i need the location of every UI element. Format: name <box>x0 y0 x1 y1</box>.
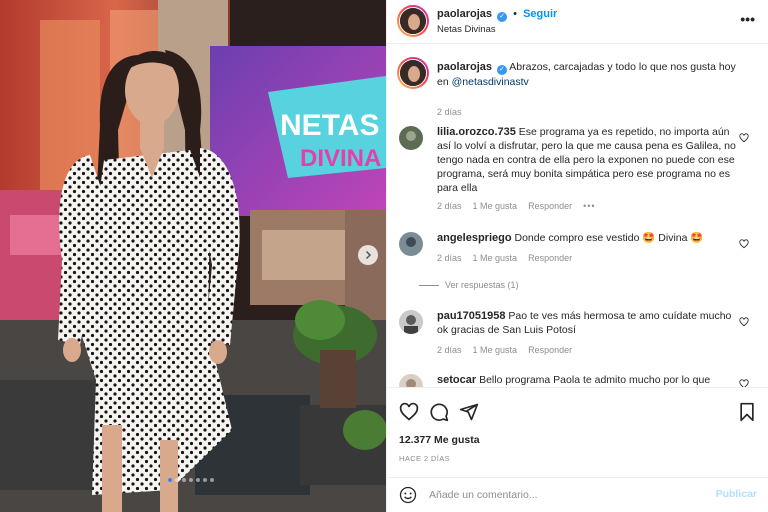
comment-input[interactable] <box>429 486 699 504</box>
comment-likes[interactable]: 1 Me gusta <box>473 345 518 355</box>
comment-options-icon[interactable]: ••• <box>583 201 595 211</box>
reply-button[interactable]: Responder <box>528 201 572 211</box>
comment-username[interactable]: lilia.orozco.735 <box>437 126 516 138</box>
author-username[interactable]: paolarojas <box>437 8 492 20</box>
carousel-indicator <box>168 478 214 482</box>
next-photo-button[interactable] <box>358 245 378 265</box>
caption-avatar-image <box>400 60 426 86</box>
commenter-avatar[interactable] <box>399 232 423 256</box>
comment-likes[interactable]: 1 Me gusta <box>473 201 518 211</box>
comment-icon[interactable] <box>429 402 449 422</box>
verified-icon: ✓ <box>496 65 507 75</box>
separator-dot: • <box>513 8 518 20</box>
commenter-avatar-image <box>399 310 423 334</box>
replies-divider <box>419 284 439 286</box>
reply-button[interactable]: Responder <box>528 345 572 355</box>
comment-time: 2 días <box>437 345 462 355</box>
comments-list[interactable]: paolarojas ✓ Abrazos, carcajadas y todo … <box>387 45 768 387</box>
commenter-avatar-image <box>399 374 423 387</box>
comment-text: Donde compro ese vestido 🤩 Divina 🤩 <box>514 232 704 244</box>
reply-button[interactable]: Responder <box>528 253 572 263</box>
more-options-icon[interactable]: ••• <box>740 11 755 27</box>
post-image: NETAS DIVINA <box>0 0 386 512</box>
share-icon[interactable] <box>459 402 479 422</box>
commenter-avatar[interactable] <box>399 374 423 387</box>
caption: paolarojas ✓ Abrazos, carcajadas y todo … <box>397 57 759 117</box>
comment-likes[interactable]: 1 Me gusta <box>473 253 518 263</box>
comment: lilia.orozco.735 Ese programa ya es repe… <box>399 123 759 223</box>
author-avatar[interactable] <box>397 5 429 37</box>
emoji-icon[interactable] <box>399 486 417 504</box>
tv-sign-line1: NETAS <box>280 109 379 142</box>
commenter-avatar-image <box>399 232 423 256</box>
publish-button[interactable]: Publicar <box>716 488 757 500</box>
comment: setocar Bello programa Paola te admito m… <box>399 371 759 387</box>
carousel-dot <box>175 478 179 482</box>
post-date: HACE 2 DÍAS <box>399 454 451 463</box>
caption-avatar[interactable] <box>397 57 429 89</box>
follow-button[interactable]: Seguir <box>523 8 557 20</box>
heart-icon[interactable] <box>739 133 749 143</box>
chevron-right-icon <box>365 250 372 260</box>
add-comment-bar: Publicar <box>387 477 768 512</box>
view-replies-label[interactable]: Ver respuestas (1) <box>445 280 519 290</box>
carousel-dot <box>203 478 207 482</box>
view-replies-button[interactable]: Ver respuestas (1) <box>419 280 519 290</box>
comment-text: Bello programa Paola te admito mucho por… <box>479 374 711 386</box>
post-panel: paolarojas ✓ • Seguir Netas Divinas ••• … <box>386 0 768 512</box>
comment-username[interactable]: angelespriego <box>437 232 512 244</box>
comment-username[interactable]: pau17051958 <box>437 310 506 322</box>
post-photo[interactable]: NETAS DIVINA <box>0 0 386 512</box>
caption-mention[interactable]: @netasdivinastv <box>452 76 529 88</box>
commenter-avatar-image <box>399 126 423 150</box>
carousel-dot <box>196 478 200 482</box>
carousel-dot <box>210 478 214 482</box>
comment-time: 2 días <box>437 201 462 211</box>
action-bar: 12.377 Me gusta HACE 2 DÍAS <box>387 387 768 477</box>
comment-time: 2 días <box>437 253 462 263</box>
author-avatar-image <box>400 8 426 34</box>
commenter-avatar[interactable] <box>399 126 423 150</box>
carousel-dot <box>189 478 193 482</box>
caption-time: 2 días <box>437 107 462 117</box>
commenter-avatar[interactable] <box>399 310 423 334</box>
caption-username[interactable]: paolarojas <box>437 61 492 73</box>
comment-username[interactable]: setocar <box>437 374 476 386</box>
post-location[interactable]: Netas Divinas <box>437 24 496 35</box>
heart-icon[interactable] <box>399 402 419 422</box>
heart-icon[interactable] <box>739 379 749 387</box>
heart-icon[interactable] <box>739 239 749 249</box>
heart-icon[interactable] <box>739 317 749 327</box>
verified-icon: ✓ <box>497 12 508 22</box>
post-header: paolarojas ✓ • Seguir Netas Divinas ••• <box>387 0 768 44</box>
likes-count[interactable]: 12.377 Me gusta <box>399 434 480 446</box>
bookmark-icon[interactable] <box>737 402 757 422</box>
carousel-dot <box>168 478 172 482</box>
carousel-dot <box>182 478 186 482</box>
tv-sign-line2: DIVINA <box>300 145 381 172</box>
